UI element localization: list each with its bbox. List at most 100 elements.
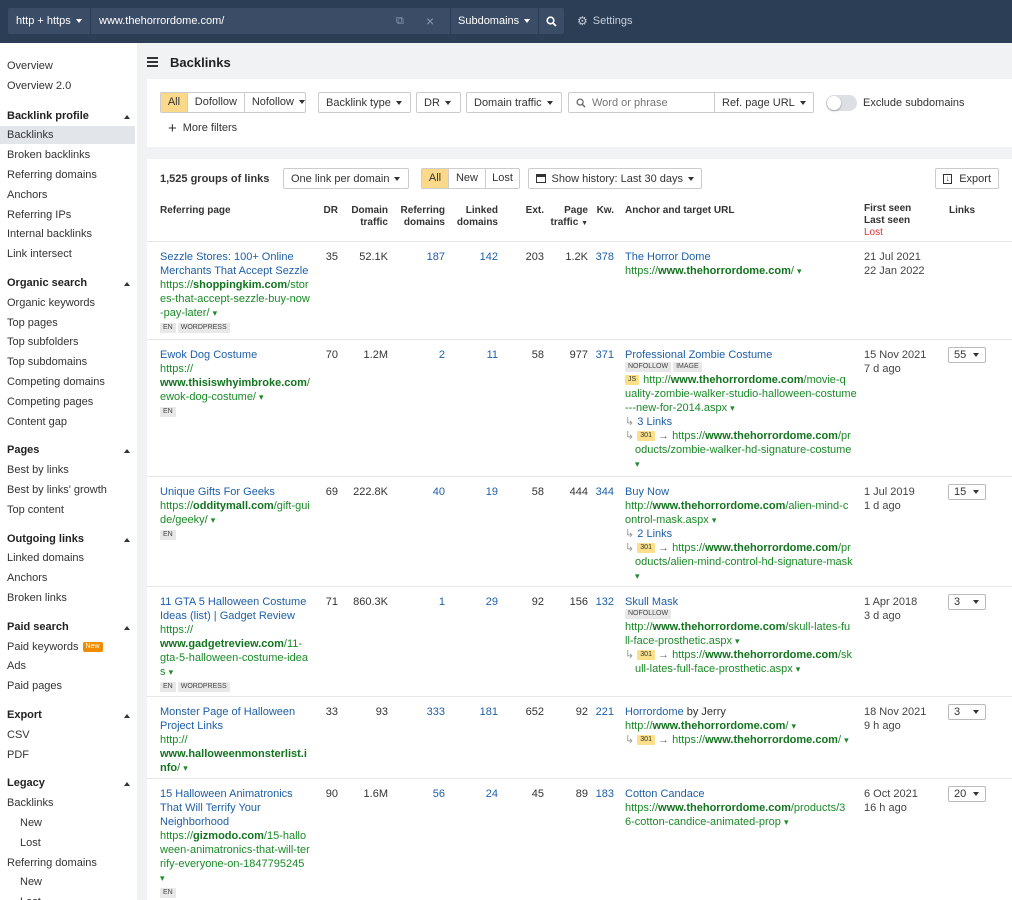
cell-ref-domains[interactable]: 333 bbox=[395, 705, 445, 719]
cell-linked-domains[interactable]: 11 bbox=[452, 348, 498, 362]
sidebar-item-backlinks[interactable]: Backlinks bbox=[7, 794, 135, 812]
tab-all[interactable]: All bbox=[422, 169, 448, 188]
anchor-text[interactable]: The Horror Dome bbox=[625, 251, 711, 263]
links-count-select[interactable]: 55 bbox=[948, 347, 986, 363]
cell-ref-domains[interactable]: 1 bbox=[395, 595, 445, 609]
referring-page-url[interactable]: https:// www.gadgetreview.com/11- gta-5-ha… bbox=[160, 623, 312, 679]
col-kw[interactable]: Kw. bbox=[585, 205, 614, 217]
search-button[interactable] bbox=[538, 8, 564, 34]
sidebar-item-link-intersect[interactable]: Link intersect bbox=[7, 245, 135, 263]
tab-new[interactable]: New bbox=[448, 169, 485, 188]
cell-kw[interactable]: 221 bbox=[585, 705, 614, 719]
col-linked-domains[interactable]: Linked domains bbox=[452, 205, 498, 229]
cell-linked-domains[interactable]: 24 bbox=[452, 787, 498, 801]
anchor-text[interactable]: Professional Zombie Costume bbox=[625, 349, 772, 361]
target-url[interactable]: http://www.thehorrordome.com/ ▾ bbox=[625, 719, 857, 733]
sidebar-item-referring-ips[interactable]: Referring IPs bbox=[7, 206, 135, 224]
links-count-select[interactable]: 15 bbox=[948, 484, 986, 500]
referring-page-title[interactable]: Unique Gifts For Geeks bbox=[160, 486, 275, 498]
more-filters-button[interactable]: + More filters bbox=[168, 121, 237, 136]
sidebar-item-best-by-links[interactable]: Best by links bbox=[7, 461, 135, 479]
sidebar-item-internal-backlinks[interactable]: Internal backlinks bbox=[7, 225, 135, 243]
col-seen[interactable]: First seen Last seen Lost bbox=[864, 203, 911, 239]
history-dropdown[interactable]: Show history: Last 30 days bbox=[528, 168, 702, 189]
cell-linked-domains[interactable]: 142 bbox=[452, 250, 498, 264]
chevron-down-icon[interactable]: ▾ bbox=[169, 667, 174, 677]
chevron-down-icon[interactable]: ▾ bbox=[735, 636, 740, 646]
hamburger-menu-icon[interactable] bbox=[147, 57, 158, 67]
sidebar-item-broken-backlinks[interactable]: Broken backlinks bbox=[7, 146, 135, 164]
filter-dofollow-tab[interactable]: Dofollow bbox=[186, 93, 244, 112]
backlink-type-dropdown[interactable]: Backlink type bbox=[318, 92, 411, 113]
links-count[interactable]: ↳ 3 Links bbox=[625, 415, 857, 429]
grouping-dropdown[interactable]: One link per domain bbox=[283, 168, 409, 189]
cell-linked-domains[interactable]: 29 bbox=[452, 595, 498, 609]
export-button[interactable]: ↓ Export bbox=[935, 168, 999, 189]
chevron-down-icon[interactable]: ▾ bbox=[844, 735, 849, 745]
sidebar-item-csv[interactable]: CSV bbox=[7, 726, 135, 744]
sidebar-item-top-subfolders[interactable]: Top subfolders bbox=[7, 333, 135, 351]
chevron-down-icon[interactable]: ▾ bbox=[183, 763, 188, 773]
sidebar-item-paid-pages[interactable]: Paid pages bbox=[7, 677, 135, 695]
cell-linked-domains[interactable]: 19 bbox=[452, 485, 498, 499]
filter-nofollow-tab[interactable]: Nofollow bbox=[243, 93, 305, 112]
sidebar-item-competing-pages[interactable]: Competing pages bbox=[7, 393, 135, 411]
sidebar-item-organic-keywords[interactable]: Organic keywords bbox=[7, 294, 135, 312]
mode-select[interactable]: Subdomains bbox=[450, 8, 538, 34]
target-url[interactable]: https://www.thehorrordome.com/products/3… bbox=[625, 801, 857, 829]
anchor-text[interactable]: Buy Now bbox=[625, 486, 669, 498]
chevron-down-icon[interactable]: ▾ bbox=[730, 403, 735, 413]
sidebar-section-organic-search[interactable]: Organic search bbox=[7, 274, 135, 292]
cell-ref-domains[interactable]: 56 bbox=[395, 787, 445, 801]
sidebar-item-anchors[interactable]: Anchors bbox=[7, 186, 135, 204]
sidebar-item-lost[interactable]: Lost bbox=[20, 834, 137, 852]
target-url[interactable]: http://www.thehorrordome.com/alien-mind-… bbox=[625, 499, 857, 527]
sidebar-item-lost[interactable]: Lost bbox=[20, 893, 137, 900]
redirect-chain[interactable]: ↳ 301 → https://www.thehorrordome.com/pr… bbox=[625, 541, 857, 583]
col-ext[interactable]: Ext. bbox=[509, 205, 544, 217]
sidebar-item-top-subdomains[interactable]: Top subdomains bbox=[7, 353, 135, 371]
target-url[interactable]: http://www.thehorrordome.com/skull-lates… bbox=[625, 620, 857, 648]
ref-page-url-dropdown[interactable]: Ref. page URL bbox=[714, 92, 814, 113]
sidebar-section-pages[interactable]: Pages bbox=[7, 441, 135, 459]
exclude-subdomains-toggle[interactable] bbox=[826, 95, 857, 111]
chevron-down-icon[interactable]: ▾ bbox=[211, 515, 216, 525]
referring-page-title[interactable]: Sezzle Stores: 100+ Online Merchants Tha… bbox=[160, 251, 308, 277]
tab-lost[interactable]: Lost bbox=[485, 169, 519, 188]
sidebar-item-content-gap[interactable]: Content gap bbox=[7, 413, 135, 431]
sidebar-item-overview[interactable]: Overview bbox=[7, 57, 135, 75]
chevron-down-icon[interactable]: ▾ bbox=[635, 571, 640, 581]
referring-page-title[interactable]: Ewok Dog Costume bbox=[160, 349, 257, 361]
chevron-down-icon[interactable]: ▾ bbox=[796, 664, 801, 674]
sidebar-item-referring-domains[interactable]: Referring domains bbox=[7, 854, 135, 872]
sidebar-item-ads[interactable]: Ads bbox=[7, 657, 135, 675]
referring-page-title[interactable]: Monster Page of Halloween Project Links bbox=[160, 706, 295, 732]
sidebar-section-legacy[interactable]: Legacy bbox=[7, 774, 135, 792]
sidebar-item-competing-domains[interactable]: Competing domains bbox=[7, 373, 135, 391]
col-anchor[interactable]: Anchor and target URL bbox=[625, 205, 734, 217]
sidebar-item-best-by-links-growth[interactable]: Best by links' growth bbox=[7, 481, 135, 499]
settings-link[interactable]: ⚙ Settings bbox=[577, 8, 647, 34]
target-url[interactable]: https://www.thehorrordome.com/ ▾ bbox=[625, 264, 857, 278]
referring-page-title[interactable]: 11 GTA 5 Halloween Costume Ideas (list) … bbox=[160, 596, 306, 622]
col-dr[interactable]: DR bbox=[307, 205, 338, 217]
col-page-traffic[interactable]: Page traffic ▼ bbox=[547, 205, 588, 230]
chevron-down-icon[interactable]: ▾ bbox=[635, 459, 640, 469]
filter-all-tab[interactable]: All bbox=[161, 93, 187, 112]
chevron-down-icon[interactable]: ▾ bbox=[160, 873, 165, 883]
referring-page-url[interactable]: http:// www.halloweenmonsterlist.i nfo/ ▾ bbox=[160, 733, 312, 775]
col-domain-traffic[interactable]: Domain traffic bbox=[341, 205, 388, 229]
target-url[interactable]: JS http://www.thehorrordome.com/movie-q ua… bbox=[625, 373, 857, 415]
clear-icon[interactable]: × bbox=[426, 8, 440, 34]
redirect-chain[interactable]: ↳ 301 → https://www.thehorrordome.com/sk… bbox=[625, 648, 857, 676]
sidebar-item-new[interactable]: New bbox=[20, 814, 137, 832]
col-referring-domains[interactable]: Referring domains bbox=[395, 205, 445, 229]
links-count-select[interactable]: 3 bbox=[948, 704, 986, 720]
chevron-down-icon[interactable]: ▾ bbox=[797, 266, 802, 276]
cell-kw[interactable]: 344 bbox=[585, 485, 614, 499]
open-link-icon[interactable]: ⧉ bbox=[396, 8, 412, 34]
chevron-down-icon[interactable]: ▾ bbox=[712, 515, 717, 525]
anchor-text[interactable]: Cotton Candace bbox=[625, 788, 705, 800]
anchor-text[interactable]: Skull Mask bbox=[625, 596, 678, 608]
referring-page-title[interactable]: 15 Halloween Animatronics That Will Terr… bbox=[160, 788, 293, 828]
